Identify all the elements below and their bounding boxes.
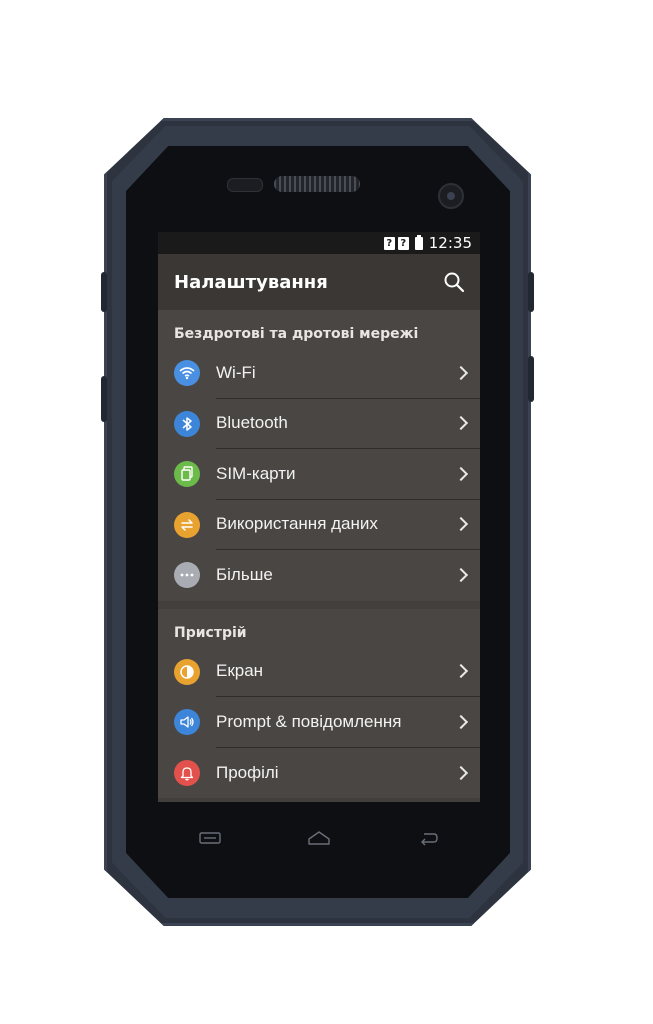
section-header: Пристрій — [174, 624, 247, 641]
settings-item-sound-notifications[interactable]: Prompt & повідомлення — [158, 697, 480, 748]
settings-item-label: Використання даних — [216, 514, 378, 534]
settings-item-sim-cards[interactable]: SIM-карти — [158, 449, 480, 500]
more-icon — [174, 562, 200, 589]
volume-up-button[interactable] — [101, 272, 107, 312]
row-text: Bluetooth — [216, 399, 480, 449]
chevron-right-icon — [453, 664, 469, 679]
row-text: Профілі — [216, 748, 480, 799]
sim2-icon: ? — [397, 236, 409, 250]
settings-item-bluetooth[interactable]: Bluetooth — [158, 399, 480, 449]
proximity-sensor — [227, 178, 263, 192]
sim-card-icon — [174, 461, 200, 488]
home-key-icon[interactable] — [306, 830, 332, 850]
settings-item-label: Екран — [216, 661, 264, 681]
row-text: Використання даних — [216, 500, 480, 550]
bluetooth-icon — [174, 410, 200, 437]
row-text: Prompt & повідомлення — [216, 697, 480, 748]
battery-icon — [414, 234, 423, 250]
chevron-right-icon — [453, 714, 469, 729]
settings-item-data-usage[interactable]: Використання даних — [158, 500, 480, 550]
settings-item-wifi[interactable]: Wi-Fi — [158, 348, 480, 399]
data-usage-icon — [174, 511, 200, 538]
page-title: Налаштування — [174, 271, 328, 293]
settings-item-more[interactable]: Більше — [158, 550, 480, 601]
chevron-right-icon — [453, 765, 469, 780]
status-bar: ? ? 12:35 — [158, 232, 480, 254]
row-text: SIM-карти — [216, 449, 480, 500]
chevron-right-icon — [453, 365, 469, 380]
volume-down-button[interactable] — [101, 376, 107, 422]
settings-item-label: Prompt & повідомлення — [216, 711, 402, 731]
settings-item-display[interactable]: Екран — [158, 647, 480, 697]
status-time: 12:35 — [428, 234, 472, 252]
sound-icon — [174, 709, 200, 736]
settings-item-label: Профілі — [216, 762, 279, 782]
power-button[interactable] — [528, 272, 534, 312]
status-icons: ? ? — [383, 234, 423, 250]
settings-item-label: Більше — [216, 565, 273, 585]
row-text: Екран — [216, 647, 480, 697]
section-wireless-networks: Бездротові та дротові мережі Wi-Fi Bluet… — [158, 310, 480, 601]
back-key-icon[interactable] — [418, 830, 440, 850]
side-key-button[interactable] — [528, 356, 534, 402]
chevron-right-icon — [453, 416, 469, 431]
settings-item-label: SIM-карти — [216, 463, 296, 483]
front-camera-icon — [438, 183, 464, 209]
chevron-right-icon — [453, 466, 469, 481]
bell-icon — [174, 759, 200, 786]
screen: ? ? 12:35 Налаштування Бездротові та дро… — [158, 232, 480, 802]
menu-key-icon[interactable] — [198, 830, 222, 849]
earpiece-speaker — [274, 176, 360, 192]
toolbar: Налаштування — [158, 254, 480, 310]
section-header: Бездротові та дротові мережі — [174, 326, 419, 342]
display-icon — [174, 658, 200, 685]
chevron-right-icon — [453, 568, 469, 583]
section-device: Пристрій Екран Prompt & повідомлення Про… — [158, 608, 480, 799]
row-text: Wi-Fi — [216, 348, 480, 399]
settings-item-label: Wi-Fi — [216, 362, 256, 382]
sim1-icon: ? — [383, 236, 395, 250]
settings-item-label: Bluetooth — [216, 413, 288, 433]
row-text: Більше — [216, 550, 480, 601]
search-icon[interactable] — [442, 270, 466, 294]
wifi-icon — [174, 360, 200, 387]
chevron-right-icon — [453, 517, 469, 532]
settings-item-profiles[interactable]: Профілі — [158, 748, 480, 799]
